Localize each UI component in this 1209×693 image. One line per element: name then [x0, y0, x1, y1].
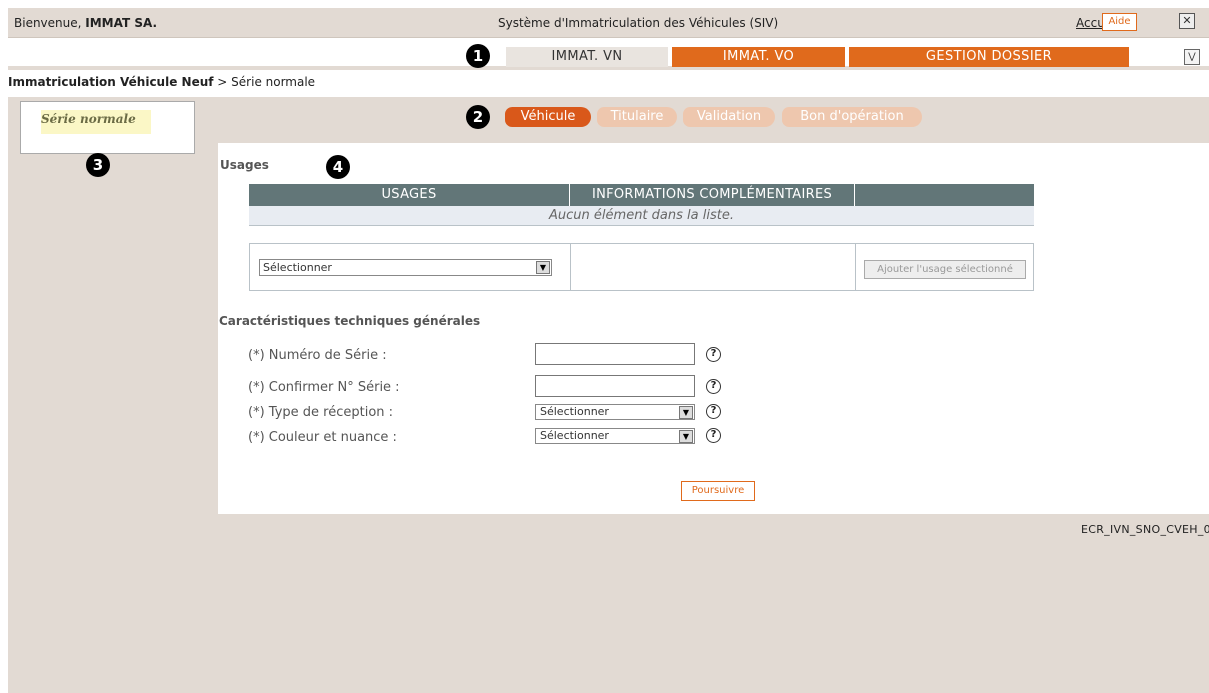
- usages-empty-message: Aucun élément dans la liste.: [249, 206, 1034, 226]
- step-titulaire[interactable]: Titulaire: [597, 107, 677, 127]
- color-value: Sélectionner: [540, 429, 609, 442]
- confirm-serial-field[interactable]: [535, 375, 695, 397]
- user-name: IMMAT SA.: [85, 16, 158, 30]
- help-icon[interactable]: ?: [706, 347, 721, 362]
- step-validation[interactable]: Validation: [683, 107, 775, 127]
- usages-form-row: Sélectionner ▼ Ajouter l'usage sélection…: [249, 243, 1034, 291]
- breadcrumb-current: Série normale: [231, 75, 316, 89]
- dropdown-arrow-icon[interactable]: ▼: [679, 406, 693, 419]
- usages-table: USAGES INFORMATIONS COMPLÉMENTAIRES Aucu…: [249, 184, 1034, 226]
- help-icon[interactable]: ?: [706, 428, 721, 443]
- top-header-bar: Bienvenue, IMMAT SA. Système d'Immatricu…: [8, 8, 1209, 38]
- help-icon[interactable]: ?: [706, 404, 721, 419]
- tab-gestion-dossier[interactable]: GESTION DOSSIER: [849, 47, 1129, 67]
- reception-type-value: Sélectionner: [540, 405, 609, 418]
- series-box: Série normale: [20, 101, 195, 154]
- annotation-marker-3: 3: [86, 153, 110, 177]
- continue-button[interactable]: Poursuivre: [681, 481, 755, 501]
- usage-select-value: Sélectionner: [263, 261, 332, 274]
- app-title: Système d'Immatriculation des Véhicules …: [498, 16, 779, 30]
- reception-type-select[interactable]: Sélectionner ▼: [535, 404, 695, 420]
- left-sidebar: Série normale: [8, 97, 210, 693]
- breadcrumb-separator: >: [213, 75, 232, 89]
- usage-info-cell: [571, 244, 856, 290]
- confirm-serial-label: (*) Confirmer N° Série :: [248, 380, 400, 395]
- collapse-icon[interactable]: ⋁: [1184, 49, 1200, 65]
- color-label: (*) Couleur et nuance :: [248, 430, 397, 445]
- usages-section-title: Usages: [220, 158, 269, 172]
- column-header-usages: USAGES: [249, 184, 570, 206]
- tab-immat-vo[interactable]: IMMAT. VO: [672, 47, 845, 67]
- color-select[interactable]: Sélectionner ▼: [535, 428, 695, 444]
- add-usage-button[interactable]: Ajouter l'usage sélectionné: [864, 260, 1026, 279]
- serial-number-label: (*) Numéro de Série :: [248, 348, 387, 363]
- step-vehicule[interactable]: Véhicule: [505, 107, 591, 127]
- help-icon[interactable]: ?: [706, 379, 721, 394]
- usage-select-cell: Sélectionner ▼: [250, 244, 571, 290]
- technical-section-title: Caractéristiques techniques générales: [219, 314, 481, 328]
- welcome-text: Bienvenue, IMMAT SA.: [14, 16, 157, 30]
- tab-immat-vn[interactable]: IMMAT. VN: [506, 47, 668, 67]
- annotation-marker-1: 1: [466, 44, 490, 68]
- breadcrumb: Immatriculation Véhicule Neuf > Série no…: [8, 75, 315, 89]
- column-header-informations: INFORMATIONS COMPLÉMENTAIRES: [570, 184, 855, 206]
- screen-code: ECR_IVN_SNO_CVEH_01: [1081, 523, 1209, 536]
- dropdown-arrow-icon[interactable]: ▼: [679, 430, 693, 443]
- close-icon[interactable]: ✕: [1179, 13, 1195, 29]
- series-label[interactable]: Série normale: [41, 110, 151, 134]
- breadcrumb-section: Immatriculation Véhicule Neuf: [8, 75, 214, 89]
- annotation-marker-4: 4: [326, 155, 350, 179]
- reception-type-label: (*) Type de réception :: [248, 405, 394, 420]
- usages-table-header: USAGES INFORMATIONS COMPLÉMENTAIRES: [249, 184, 1034, 206]
- help-button[interactable]: Aide: [1102, 13, 1137, 31]
- dropdown-arrow-icon[interactable]: ▼: [536, 261, 550, 274]
- welcome-prefix: Bienvenue,: [14, 16, 86, 30]
- step-bon-operation[interactable]: Bon d'opération: [782, 107, 922, 127]
- main-tab-bar: IMMAT. VN IMMAT. VO GESTION DOSSIER ⋁: [8, 46, 1209, 70]
- annotation-marker-2: 2: [466, 105, 490, 129]
- usage-select[interactable]: Sélectionner ▼: [259, 259, 552, 276]
- serial-number-field[interactable]: [535, 343, 695, 365]
